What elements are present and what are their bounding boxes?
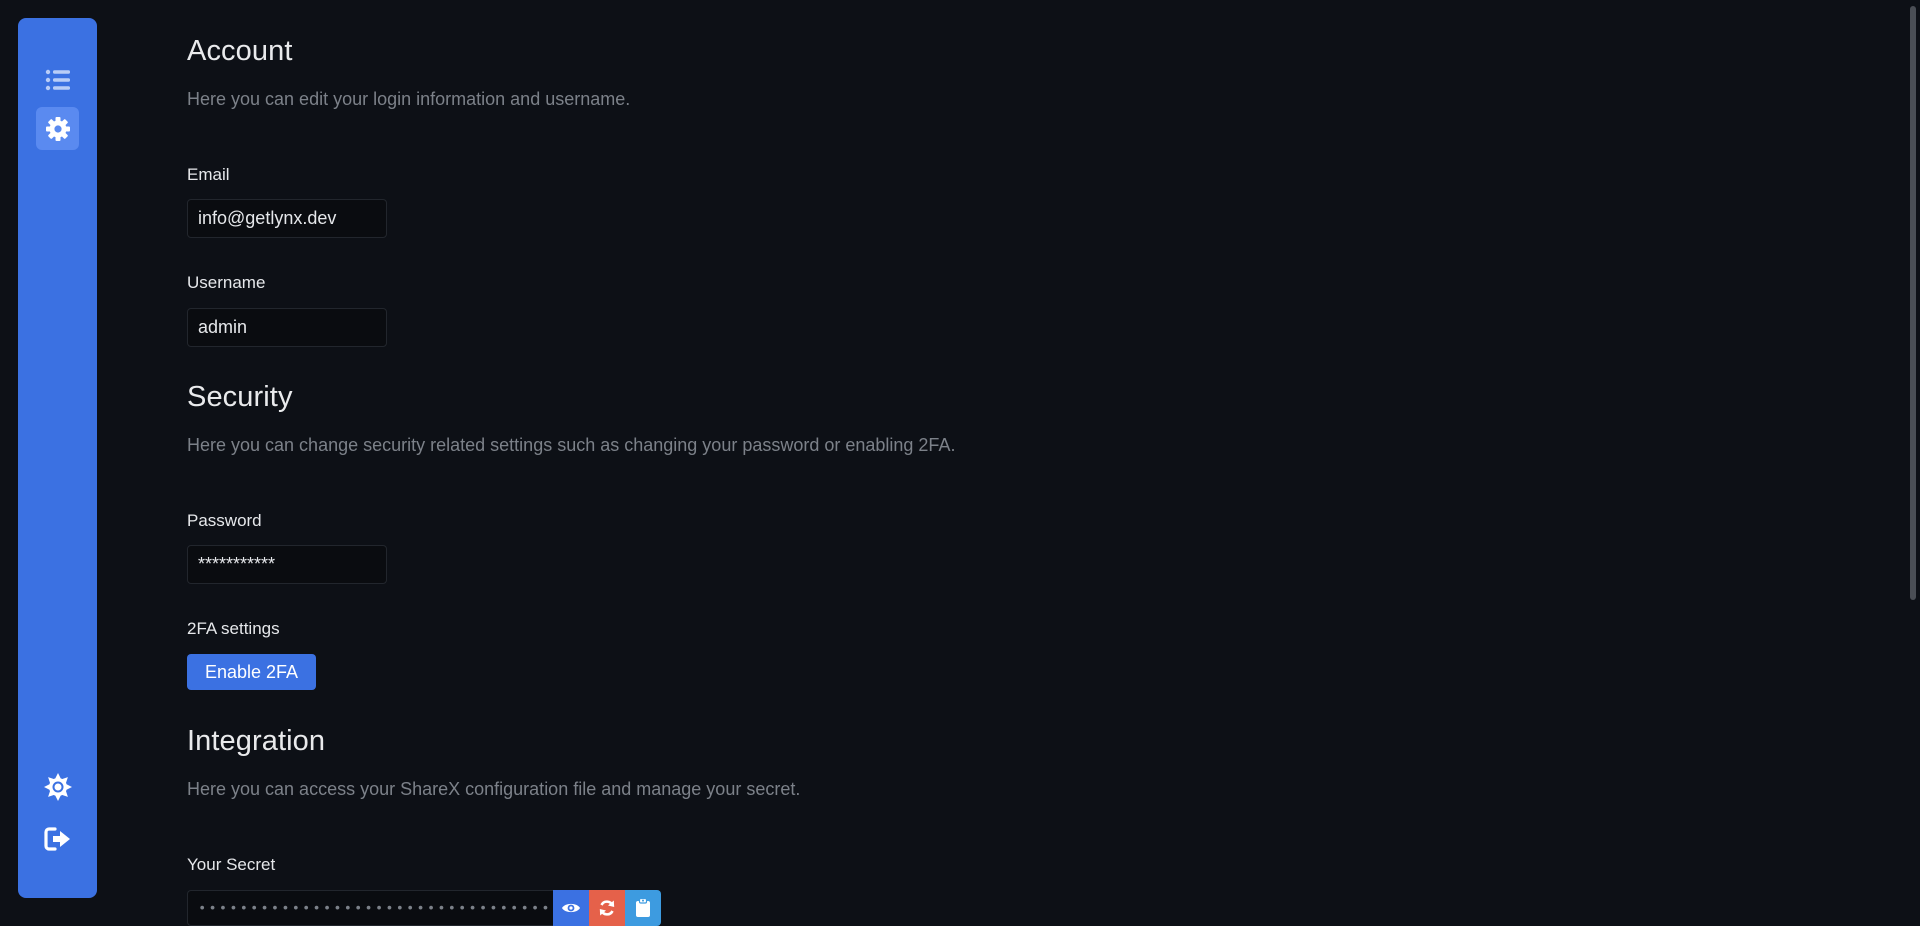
sidebar-item-settings[interactable] [36, 107, 79, 150]
account-section-title: Account [187, 35, 293, 67]
copy-secret-button[interactable] [625, 890, 661, 926]
sidebar-item-list[interactable] [36, 58, 79, 101]
password-label: Password [187, 511, 262, 530]
logout-icon [43, 826, 70, 851]
email-label: Email [187, 165, 230, 184]
list-icon [45, 69, 70, 90]
email-field[interactable] [187, 199, 387, 238]
secret-field[interactable]: •••••••••••••••••••••••••••••••••••• [187, 890, 553, 926]
integration-section-title: Integration [187, 725, 326, 757]
settings-page: Account Here you can edit your login inf… [187, 0, 1687, 926]
twofa-label: 2FA settings [187, 619, 280, 638]
logout-button[interactable] [36, 817, 79, 860]
security-section-description: Here you can change security related set… [187, 435, 956, 455]
reveal-secret-button[interactable] [553, 890, 589, 926]
sidebar [18, 18, 97, 898]
theme-toggle-button[interactable] [36, 765, 79, 808]
clipboard-icon [636, 898, 650, 917]
security-section-title: Security [187, 381, 293, 413]
gear-icon [45, 116, 70, 141]
username-label: Username [187, 273, 266, 292]
page-scrollbar[interactable] [1906, 0, 1920, 916]
username-field[interactable] [187, 308, 387, 347]
secret-input-group: •••••••••••••••••••••••••••••••••••• [187, 890, 661, 926]
eye-icon [562, 903, 580, 913]
enable-2fa-button[interactable]: Enable 2FA [187, 654, 317, 690]
sun-icon [43, 772, 72, 801]
refresh-icon [599, 900, 615, 916]
account-section-description: Here you can edit your login information… [187, 89, 631, 109]
integration-section-description: Here you can access your ShareX configur… [187, 779, 801, 799]
password-field[interactable] [187, 545, 387, 584]
regenerate-secret-button[interactable] [589, 890, 625, 926]
scrollbar-thumb[interactable] [1910, 6, 1916, 600]
secret-label: Your Secret [187, 855, 276, 874]
